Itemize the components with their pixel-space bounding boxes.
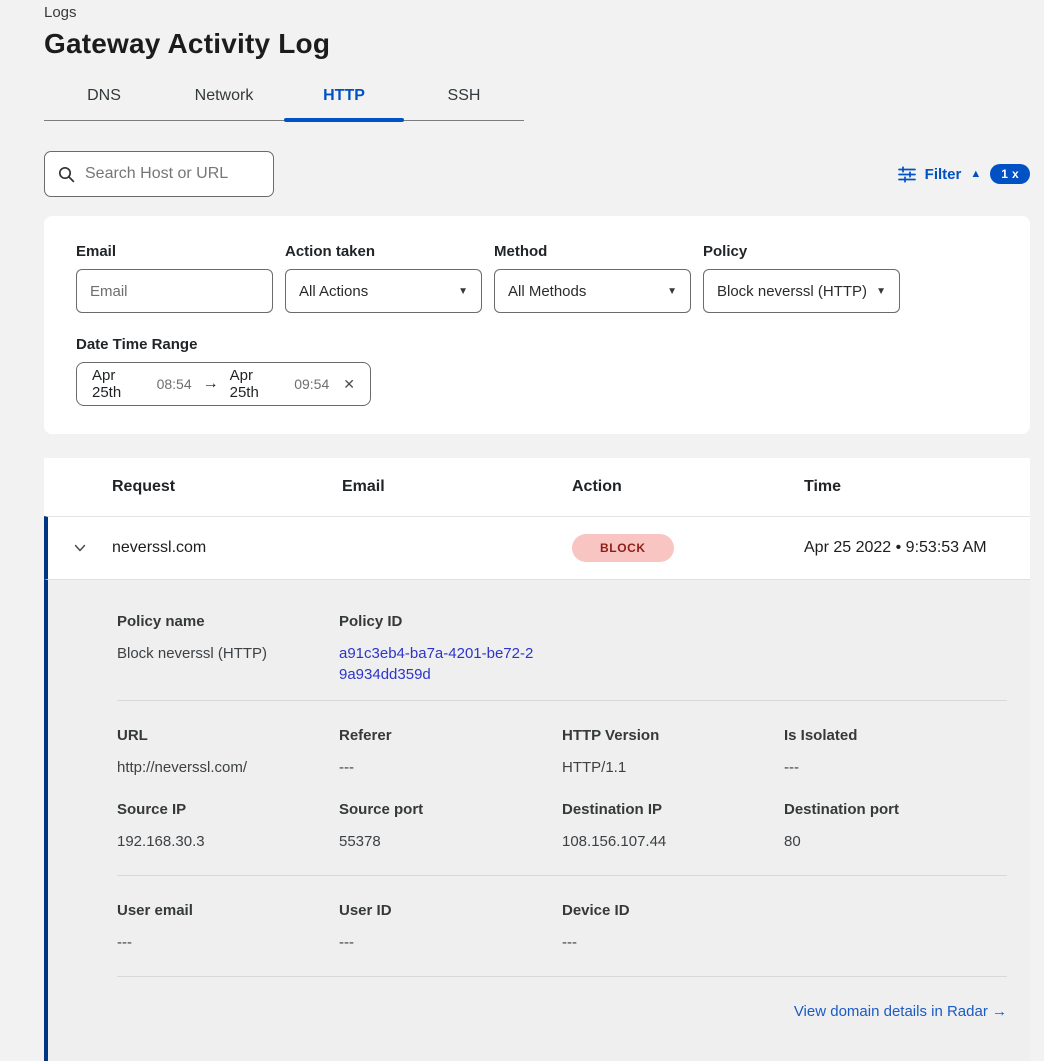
row-details-panel: Policy name Block neverssl (HTTP) Policy…: [44, 579, 1030, 1061]
end-time[interactable]: 09:54: [294, 376, 329, 392]
tab-http[interactable]: HTTP: [284, 77, 404, 120]
arrow-right-icon: →: [203, 375, 219, 393]
method-select[interactable]: All Methods ▼: [494, 269, 691, 313]
start-date[interactable]: Apr 25th: [92, 367, 146, 401]
detail-destination-port: Destination port 80: [784, 801, 1007, 852]
caret-up-icon[interactable]: ▲: [970, 168, 981, 180]
clear-date-range-icon[interactable]: ✕: [343, 376, 355, 393]
filter-controls: Filter ▲ 1 x: [898, 164, 1030, 184]
policy-select[interactable]: Block neverssl (HTTP) ▼: [703, 269, 900, 313]
filter-panel: Email Action taken All Actions ▼ Method …: [44, 216, 1030, 434]
detail-user-id: User ID ---: [339, 902, 562, 953]
chevron-down-icon: ▼: [458, 286, 468, 297]
chevron-down-icon: ▼: [876, 286, 886, 297]
filter-count-badge[interactable]: 1 x: [990, 164, 1030, 184]
log-type-tabs: DNS Network HTTP SSH: [44, 77, 524, 121]
detail-url: URL http://neverssl.com/: [117, 727, 339, 778]
activity-log-table: Request Email Action Time neverssl.com B…: [44, 458, 1030, 1061]
email-filter-input[interactable]: [90, 283, 259, 300]
divider: [117, 700, 1007, 701]
page-title: Gateway Activity Log: [44, 28, 1044, 60]
table-header: Request Email Action Time: [44, 458, 1030, 516]
action-taken-value: All Actions: [299, 283, 368, 300]
table-row[interactable]: neverssl.com BLOCK Apr 25 2022 • 9:53:53…: [44, 516, 1030, 579]
col-email: Email: [342, 478, 572, 496]
filter-field-email: Email: [76, 243, 273, 313]
date-range-label: Date Time Range: [76, 336, 998, 353]
row-request: neverssl.com: [112, 539, 342, 557]
active-tab-indicator: [284, 118, 404, 122]
col-action: Action: [572, 478, 804, 496]
start-time[interactable]: 08:54: [157, 376, 192, 392]
filter-field-date-range: Date Time Range Apr 25th 08:54 → Apr 25t…: [76, 336, 998, 406]
email-filter-input-wrap[interactable]: [76, 269, 273, 313]
filter-field-action-taken: Action taken All Actions ▼: [285, 243, 482, 313]
detail-policy-name: Policy name Block neverssl (HTTP): [117, 613, 339, 685]
search-box[interactable]: [44, 151, 274, 197]
detail-user-email: User email ---: [117, 902, 339, 953]
breadcrumb: Logs: [44, 0, 1044, 21]
detail-referer: Referer ---: [339, 727, 562, 778]
chevron-down-icon: ▼: [667, 286, 677, 297]
search-filter-row: Filter ▲ 1 x: [44, 151, 1030, 197]
expand-chevron-icon[interactable]: [48, 540, 112, 556]
detail-source-port: Source port 55378: [339, 801, 562, 852]
detail-destination-ip: Destination IP 108.156.107.44: [562, 801, 784, 852]
radar-details-link[interactable]: View domain details in Radar →: [794, 1003, 1007, 1020]
filter-field-method: Method All Methods ▼: [494, 243, 691, 313]
tab-network[interactable]: Network: [164, 77, 284, 120]
search-icon: [58, 166, 75, 183]
policy-value: Block neverssl (HTTP): [717, 283, 867, 300]
col-time: Time: [804, 478, 1030, 496]
detail-policy-id: Policy ID a91c3eb4-ba7a-4201-be72-29a934…: [339, 613, 562, 685]
filter-sliders-icon: [898, 166, 916, 183]
detail-source-ip: Source IP 192.168.30.3: [117, 801, 339, 852]
method-label: Method: [494, 243, 691, 260]
policy-label: Policy: [703, 243, 900, 260]
detail-http-version: HTTP Version HTTP/1.1: [562, 727, 784, 778]
status-badge: BLOCK: [572, 534, 674, 562]
policy-id-link[interactable]: a91c3eb4-ba7a-4201-be72-29a934dd359d: [339, 643, 539, 685]
divider: [117, 875, 1007, 876]
action-taken-select[interactable]: All Actions ▼: [285, 269, 482, 313]
page-header: Logs Gateway Activity Log DNS Network HT…: [0, 0, 1044, 121]
method-value: All Methods: [508, 283, 586, 300]
tab-ssh[interactable]: SSH: [404, 77, 524, 120]
row-time: Apr 25 2022 • 9:53:53 AM: [804, 539, 1030, 557]
email-filter-label: Email: [76, 243, 273, 260]
detail-device-id: Device ID ---: [562, 902, 784, 953]
action-taken-label: Action taken: [285, 243, 482, 260]
col-request: Request: [112, 478, 342, 496]
filter-toggle-button[interactable]: Filter: [925, 166, 962, 183]
tab-dns[interactable]: DNS: [44, 77, 164, 120]
divider: [117, 976, 1007, 977]
date-range-picker[interactable]: Apr 25th 08:54 → Apr 25th 09:54 ✕: [76, 362, 371, 406]
detail-is-isolated: Is Isolated ---: [784, 727, 1007, 778]
end-date[interactable]: Apr 25th: [230, 367, 284, 401]
filter-field-policy: Policy Block neverssl (HTTP) ▼: [703, 243, 900, 313]
search-input[interactable]: [85, 165, 260, 183]
